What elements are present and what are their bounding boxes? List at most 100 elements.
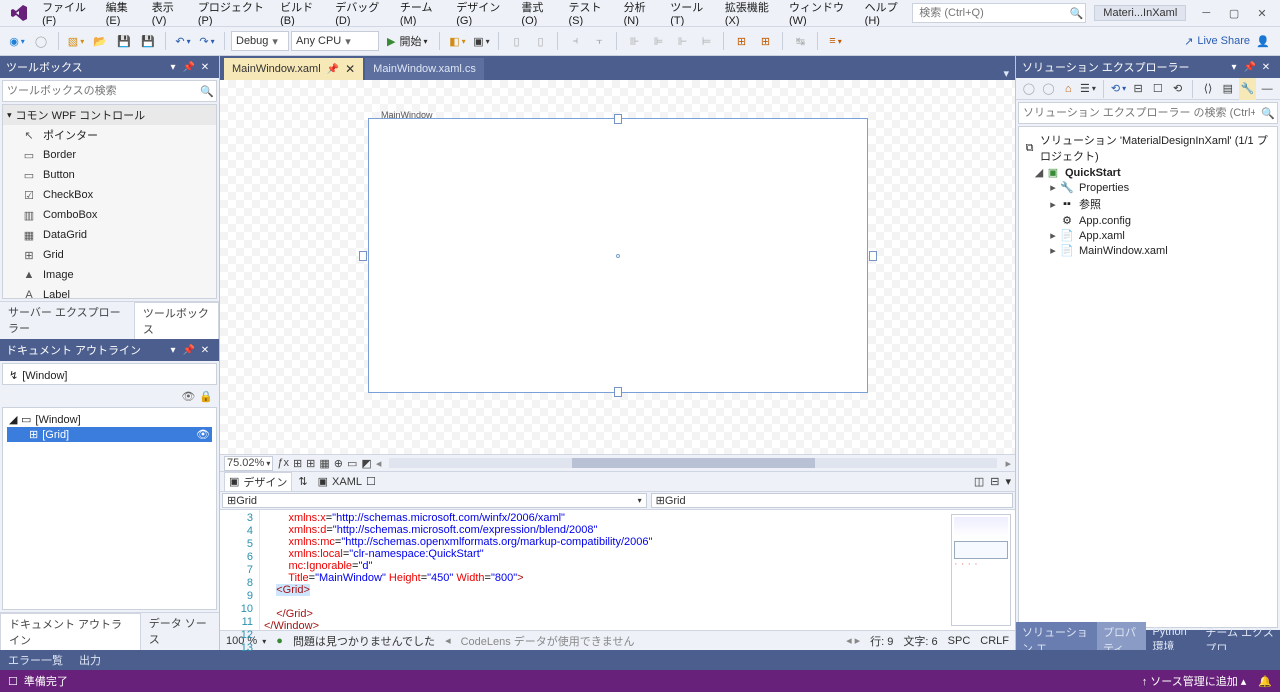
close-icon[interactable]: ✕ [345,62,355,76]
toolbox-item-border[interactable]: ▭Border [3,145,216,165]
se-sync2-icon[interactable]: ⟲ [1169,78,1187,100]
dist-3[interactable]: ⊩ [671,30,693,52]
crumb-2[interactable]: ⊞ Grid [651,493,1013,508]
split-h-icon[interactable]: ◫ [974,475,984,488]
feedback-icon[interactable]: 👤 [1252,30,1274,52]
save-button[interactable]: 💾 [113,30,135,52]
collapse-icon[interactable]: ▾ [1005,475,1011,488]
quick-search-input[interactable] [913,7,1067,19]
solution-node-project[interactable]: ◢▣QuickStart [1023,165,1273,180]
grid2-icon[interactable]: ⊞ [306,457,315,470]
align-center[interactable]: ▯ [529,30,551,52]
toolbox-options-icon[interactable]: ▾ [165,62,181,73]
undo-button[interactable]: ↶▾ [172,30,194,52]
grid-icon[interactable]: ⊞ [293,457,302,470]
toolbox-item-label[interactable]: ALabel [3,285,216,299]
toolbox-item-ポインター[interactable]: ↖ポインター [3,125,216,145]
toolbox-category[interactable]: コモン WPF コントロール [3,105,216,125]
tab-toolbox[interactable]: ツールボックス [134,302,219,339]
start-debug-button[interactable]: ▶開始▾ [381,30,433,52]
solution-node-appconfig[interactable]: ⚙App.config [1023,213,1273,228]
visibility-icon[interactable]: 👁 [181,390,195,403]
tab-data-sources[interactable]: データ ソース [141,613,219,650]
outline-options-icon[interactable]: ▾ [165,345,181,356]
lock-icon[interactable]: 🔒 [199,390,213,403]
nav-back[interactable]: ◉▾ [6,30,28,52]
outline-node-window[interactable]: ◢▭[Window] [7,412,212,427]
window-maximize[interactable]: ▢ [1220,3,1248,23]
snap-icon[interactable]: ▦ [319,457,329,470]
se-pin-icon[interactable]: 📌 [1242,62,1258,73]
toolbox-item-image[interactable]: ▲Image [3,265,216,285]
se-refresh-icon[interactable]: ⟲▾ [1110,78,1128,100]
toolbox-search[interactable]: 🔍 [2,80,217,102]
se-fwd[interactable]: ◯ [1040,78,1058,100]
se-more-icon[interactable]: — [1258,78,1276,100]
fx-icon[interactable]: ƒx [277,457,289,469]
tab-mainwindow-xaml-cs[interactable]: MainWindow.xaml.cs [365,58,484,80]
se-back[interactable]: ◯ [1020,78,1038,100]
align-1[interactable]: ⫞ [564,30,586,52]
toolbox-close-icon[interactable]: ✕ [197,62,213,73]
design-surface[interactable]: MainWindow [220,80,1015,454]
config-combo[interactable]: Debug▾ [231,31,289,51]
tab-overflow-icon[interactable]: ▾ [997,67,1015,80]
outline-close-icon[interactable]: ✕ [197,345,213,356]
solution-search-input[interactable] [1019,107,1259,119]
platform-combo[interactable]: Any CPU▾ [291,31,379,51]
toolbox-item-combobox[interactable]: ▥ComboBox [3,205,216,225]
dist-2[interactable]: ⊫ [647,30,669,52]
minimap[interactable]: · · · · [951,514,1011,626]
split-tab-xaml[interactable]: ▣XAML☐ [314,474,380,489]
liveshare-button[interactable]: ↗Live Share [1184,35,1250,48]
solution-search[interactable]: 🔍 [1018,102,1278,124]
tab-order[interactable]: ↹ [789,30,811,52]
tab-document-outline[interactable]: ドキュメント アウトライン [0,613,141,650]
solution-node-properties[interactable]: ▸🔧Properties [1023,180,1273,195]
tool-btn-2[interactable]: ▣▾ [470,30,492,52]
save-all-button[interactable]: 💾 [137,30,159,52]
align-left[interactable]: ▯ [505,30,527,52]
solution-node-mainwindow[interactable]: ▸📄MainWindow.xaml [1023,243,1273,258]
se-showall-icon[interactable]: ☐ [1149,78,1167,100]
grid-1[interactable]: ⊞ [730,30,752,52]
split-tab-design[interactable]: ▣デザイン [224,472,292,492]
outline-pin-icon[interactable]: 📌 [181,345,197,356]
nav-fwd[interactable]: ◯ [30,30,52,52]
se-options-icon[interactable]: ▾ [1226,62,1242,73]
tool-btn-1[interactable]: ◧▾ [446,30,468,52]
window-minimize[interactable]: ─ [1192,3,1220,23]
redo-button[interactable]: ↷▾ [196,30,218,52]
tab-output[interactable]: 出力 [71,650,109,670]
extra-icon[interactable]: ◩ [361,457,371,470]
code-editor[interactable]: 345678910111213 xmlns:x="http://schemas.… [220,510,1015,630]
swap-panes-icon[interactable]: ⇅ [298,475,307,488]
ruler-icon[interactable]: ▭ [347,457,357,470]
toolbox-pin-icon[interactable]: 📌 [181,62,197,73]
align-2[interactable]: ⫟ [588,30,610,52]
toolbox-item-grid[interactable]: ⊞Grid [3,245,216,265]
se-home-icon[interactable]: ⌂ [1059,78,1077,100]
se-sync-icon[interactable]: ☰▾ [1079,78,1097,100]
zoom-combo[interactable]: 75.02%▾ [224,456,273,471]
se-wrench-icon[interactable]: 🔧 [1239,78,1257,100]
tab-error-list[interactable]: エラー一覧 [0,650,71,670]
toolbox-item-datagrid[interactable]: ▦DataGrid [3,225,216,245]
quick-search[interactable]: 🔍 [912,3,1086,23]
se-prop-icon[interactable]: ▤ [1219,78,1237,100]
notifications-icon[interactable]: 🔔 [1258,675,1272,688]
solution-node-root[interactable]: ⧉ソリューション 'MaterialDesignInXaml' (1/1 プロジ… [1023,131,1273,165]
crumb-1[interactable]: ⊞ Grid▾ [222,493,647,508]
new-project-button[interactable]: ▧▾ [65,30,87,52]
toolbox-item-button[interactable]: ▭Button [3,165,216,185]
source-control-button[interactable]: ↑ ソース管理に追加 ▴ [1142,673,1247,689]
tab-mainwindow-xaml[interactable]: MainWindow.xaml📌✕ [224,58,363,80]
dist-4[interactable]: ⊨ [695,30,717,52]
se-code-icon[interactable]: ⟨⟩ [1199,78,1217,100]
outline-node-grid[interactable]: ⊞[Grid]👁 [7,427,212,442]
layers[interactable]: ≡▾ [824,30,846,52]
se-close-icon[interactable]: ✕ [1258,62,1274,73]
open-file-button[interactable]: 📂 [89,30,111,52]
code-text[interactable]: xmlns:x="http://schemas.microsoft.com/wi… [260,510,947,630]
split-v-icon[interactable]: ⊟ [990,475,999,488]
